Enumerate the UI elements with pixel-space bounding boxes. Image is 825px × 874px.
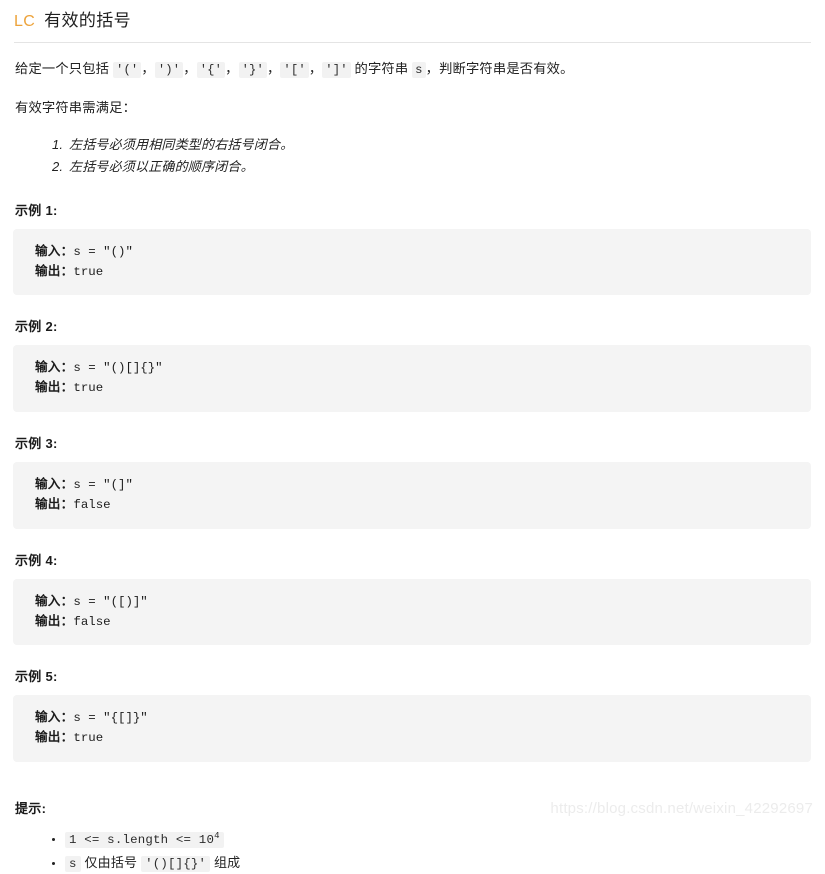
comma-4: ， [266, 61, 281, 76]
rule-item-2: 左括号必须以正确的顺序闭合。 [67, 156, 812, 178]
example-5-input-label: 输入： [35, 710, 74, 725]
mid-text: 的字符串 [350, 61, 413, 76]
example-2-title: 示例 2: [15, 319, 58, 335]
example-4: 示例 4: 输入：s = "([)]" 输出：false [13, 550, 812, 646]
hint-2-code-brackets: '()[]{}' [141, 855, 211, 872]
hint-1-code: 1 <= s.length <= 104 [65, 831, 224, 849]
example-5-input-line: 输入：s = "{[]}" [35, 708, 811, 728]
example-2-input-label: 输入： [35, 360, 74, 375]
example-5: 示例 5: 输入：s = "{[]}" 输出：true [13, 666, 812, 763]
example-3-title: 示例 3: [15, 436, 58, 452]
example-1-output-line: 输出：true [35, 262, 811, 282]
example-2-output-value: true [73, 381, 104, 396]
header-divider [14, 42, 811, 43]
description-paragraph: 给定一个只包括 '('， ')'， '{'， '}'， '['， ']' 的字符串 s ，判… [15, 56, 812, 82]
example-3-output-value: false [73, 497, 111, 512]
page-title: 有效的括号 [44, 11, 132, 30]
intro-prefix: 给定一个只包括 [15, 61, 113, 76]
example-1-input-label: 输入： [35, 243, 74, 258]
problem-page: LC 有效的括号 给定一个只包括 '('， ')'， '{'， '}'， '['， ']'… [0, 0, 825, 872]
hint-item-1: 1 <= s.length <= 104 [65, 829, 812, 851]
example-4-code-block: 输入：s = "([)]" 输出：false [13, 578, 811, 646]
example-5-code-block: 输入：s = "{[]}" 输出：true [13, 695, 811, 763]
hints-list: 1 <= s.length <= 104 s 仅由括号 '()[]{}' 组成 [13, 829, 812, 874]
intro-suffix: ，判断字符串是否有效。 [425, 61, 574, 76]
inline-code-close-bracket: ']' [322, 62, 351, 78]
inline-code-variable-s: s [412, 62, 426, 78]
inline-code-close-brace: '}' [238, 62, 267, 78]
comma-1: ， [141, 61, 155, 76]
example-5-output-line: 输出：true [35, 728, 811, 748]
example-5-output-label: 输出： [35, 730, 74, 745]
example-2-output-label: 输出： [35, 380, 74, 395]
hint-2-code-var: s [65, 855, 81, 872]
inline-code-open-bracket: '[' [280, 62, 309, 78]
hint-1-code-text: 1 <= s.length <= 10 [69, 833, 215, 848]
example-1-output-label: 输出： [35, 263, 74, 278]
inline-code-open-brace: '{' [196, 62, 226, 78]
example-2-output-line: 输出：true [35, 378, 811, 398]
example-3-input-value: s = "(]" [73, 478, 133, 493]
problem-description: 给定一个只包括 '('， ')'， '{'， '}'， '['， ']' 的字符串 s ，判… [15, 56, 812, 179]
example-4-title: 示例 4: [15, 552, 58, 568]
example-4-output-line: 输出：false [35, 612, 811, 632]
hint-2-text-after: 组成 [210, 854, 241, 870]
hint-1-exponent: 4 [214, 831, 220, 842]
example-1: 示例 1: 输入：s = "()" 输出：true [13, 200, 812, 296]
example-4-input-value: s = "([)]" [73, 594, 148, 609]
example-3-input-line: 输入：s = "(]" [35, 475, 811, 495]
example-3-input-label: 输入： [35, 477, 74, 492]
example-3-output-label: 输出： [35, 496, 74, 511]
rules-list: 左括号必须用相同类型的右括号闭合。 左括号必须以正确的顺序闭合。 [15, 134, 812, 179]
example-3-output-line: 输出：false [35, 495, 811, 515]
example-1-input-value: s = "()" [73, 244, 133, 259]
csdn-watermark: https://blog.csdn.net/weixin_42292697 [550, 800, 813, 817]
inline-code-open-paren: '(' [112, 62, 142, 78]
example-1-code-block: 输入：s = "()" 输出：true [13, 228, 811, 296]
example-1-output-value: true [73, 264, 104, 279]
rule-item-1: 左括号必须用相同类型的右括号闭合。 [67, 134, 812, 156]
example-4-output-value: false [73, 614, 111, 629]
example-4-input-label: 输入： [35, 593, 74, 608]
example-5-input-value: s = "{[]}" [73, 711, 148, 726]
comma-5: ， [308, 61, 323, 76]
example-5-title: 示例 5: [15, 669, 58, 685]
example-3: 示例 3: 输入：s = "(]" 输出：false [13, 433, 812, 529]
example-3-code-block: 输入：s = "(]" 输出：false [13, 462, 811, 529]
example-2-input-line: 输入：s = "()[]{}" [35, 358, 811, 378]
example-2: 示例 2: 输入：s = "()[]{}" 输出：true [13, 316, 812, 413]
leetcode-logo: LC [14, 13, 36, 30]
inline-code-close-paren: ')' [154, 62, 184, 78]
example-1-input-line: 输入：s = "()" [35, 242, 811, 262]
example-1-title: 示例 1: [15, 202, 58, 218]
example-2-code-block: 输入：s = "()[]{}" 输出：true [13, 345, 811, 413]
example-4-output-label: 输出： [35, 613, 74, 628]
example-4-input-line: 输入：s = "([)]" [35, 592, 811, 612]
page-header: LC 有效的括号 [13, 0, 812, 36]
hint-item-2: s 仅由括号 '()[]{}' 组成 [65, 853, 812, 874]
example-5-output-value: true [73, 731, 104, 746]
example-2-input-value: s = "()[]{}" [73, 361, 163, 376]
rules-heading: 有效字符串需满足： [15, 100, 137, 116]
comma-2: ， [183, 61, 197, 76]
hint-2-text-mid: 仅由括号 [80, 854, 142, 870]
comma-3: ， [225, 61, 239, 76]
